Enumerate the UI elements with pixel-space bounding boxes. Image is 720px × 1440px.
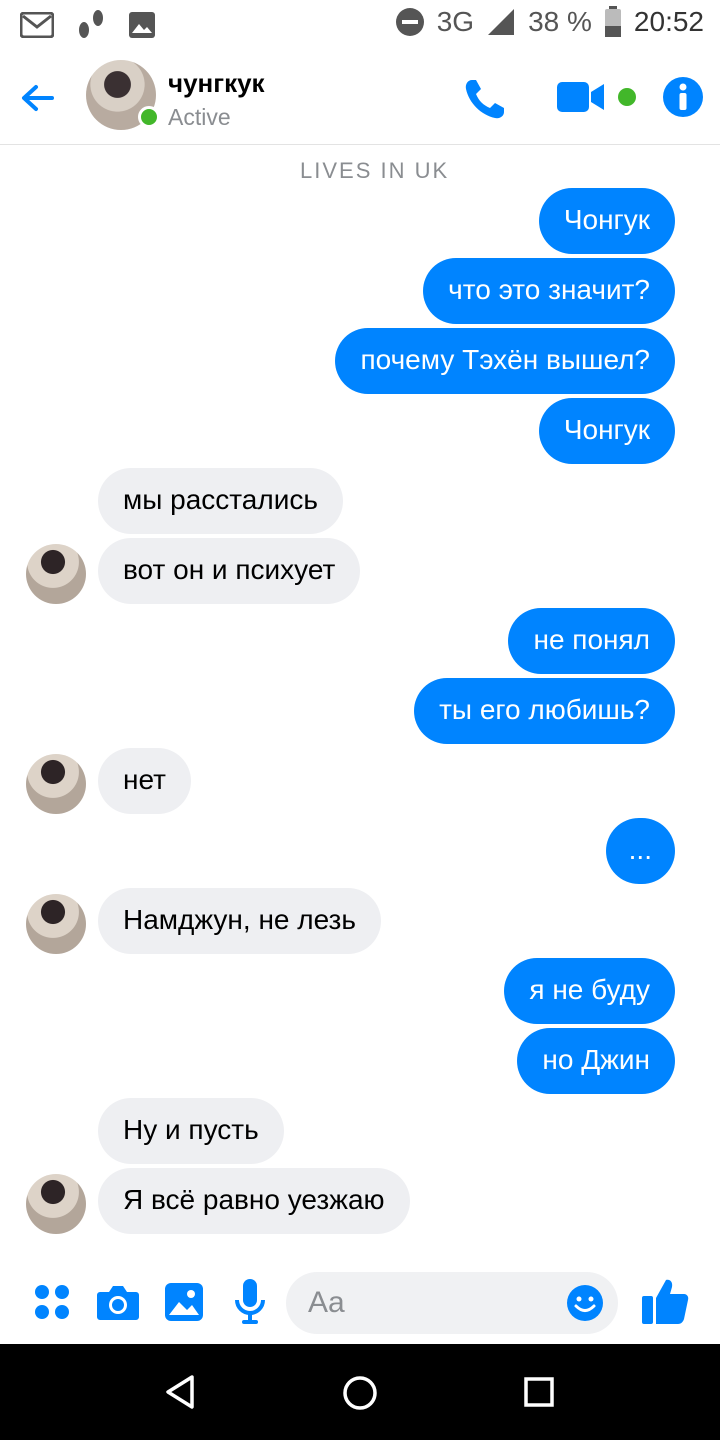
video-icon[interactable] bbox=[556, 80, 606, 114]
battery-icon bbox=[604, 6, 621, 37]
message-bubble-outgoing[interactable]: не понял bbox=[508, 608, 675, 674]
sender-avatar[interactable] bbox=[26, 894, 86, 954]
dnd-icon bbox=[395, 8, 424, 36]
message-bubble-outgoing[interactable]: ты его любишь? bbox=[414, 678, 675, 744]
notification-icons bbox=[20, 8, 156, 42]
message-bubble-incoming[interactable]: нет bbox=[98, 748, 191, 814]
signal-icon bbox=[488, 9, 515, 35]
message-bubble-outgoing[interactable]: Чонгук bbox=[538, 188, 675, 254]
message-bubble-incoming[interactable]: Намджун, не лезь bbox=[98, 888, 381, 954]
nav-home-icon[interactable] bbox=[342, 1375, 378, 1411]
message-bubble-outgoing[interactable]: Чонгук bbox=[538, 398, 675, 464]
gallery-icon[interactable] bbox=[164, 1282, 204, 1322]
image-icon bbox=[129, 12, 155, 38]
thumbs-up-icon[interactable] bbox=[640, 1276, 690, 1326]
composer-bar: Aa bbox=[0, 1262, 720, 1344]
message-bubble-outgoing[interactable]: ... bbox=[605, 818, 675, 884]
message-bubble-incoming[interactable]: Я всё равно уезжаю bbox=[98, 1168, 410, 1234]
message-input-placeholder: Aa bbox=[308, 1286, 345, 1319]
contact-name[interactable]: чунгкук bbox=[168, 68, 265, 99]
message-bubble-outgoing[interactable]: что это значит? bbox=[423, 258, 675, 324]
sender-avatar[interactable] bbox=[26, 1174, 86, 1234]
message-bubble-outgoing[interactable]: я не буду bbox=[504, 958, 675, 1024]
message-bubble-outgoing[interactable]: почему Тэхён вышел? bbox=[335, 328, 675, 394]
message-input[interactable]: Aa bbox=[286, 1272, 618, 1334]
video-online-dot bbox=[618, 88, 636, 106]
status-bar: 3G 38 % 20:52 bbox=[0, 0, 720, 50]
phone-icon[interactable] bbox=[462, 76, 508, 122]
clock: 20:52 bbox=[633, 6, 704, 37]
mic-icon[interactable] bbox=[234, 1278, 266, 1326]
footsteps-icon bbox=[79, 10, 103, 38]
info-icon[interactable] bbox=[662, 76, 704, 118]
gmail-icon bbox=[20, 12, 54, 38]
contact-status: Active bbox=[168, 104, 231, 130]
message-bubble-incoming[interactable]: вот он и психует bbox=[98, 538, 361, 604]
message-bubble-incoming[interactable]: Ну и пусть bbox=[98, 1098, 284, 1164]
apps-icon[interactable] bbox=[32, 1282, 72, 1322]
system-status: 3G 38 % 20:52 bbox=[395, 6, 704, 38]
contact-avatar[interactable] bbox=[86, 60, 160, 130]
nav-recents-icon[interactable] bbox=[524, 1377, 554, 1407]
camera-icon[interactable] bbox=[96, 1282, 140, 1322]
back-arrow-icon[interactable] bbox=[18, 78, 58, 118]
system-navigation-bar bbox=[0, 1344, 720, 1440]
network-type: 3G bbox=[436, 6, 475, 37]
message-bubble-outgoing[interactable]: но Джин bbox=[517, 1028, 675, 1094]
sender-avatar[interactable] bbox=[26, 544, 86, 604]
nav-back-icon[interactable] bbox=[164, 1374, 196, 1410]
conversation-header: чунгкук Active bbox=[0, 50, 720, 145]
message-bubble-incoming[interactable]: мы расстались bbox=[98, 468, 343, 534]
emoji-icon[interactable] bbox=[566, 1284, 604, 1322]
cut-off-text: LIVES IN UK bbox=[300, 158, 450, 183]
online-indicator bbox=[138, 106, 160, 128]
battery-percent: 38 % bbox=[528, 6, 592, 37]
sender-avatar[interactable] bbox=[26, 754, 86, 814]
message-list[interactable]: LIVES IN UK Чонгук что это значит? почем… bbox=[0, 146, 720, 1256]
